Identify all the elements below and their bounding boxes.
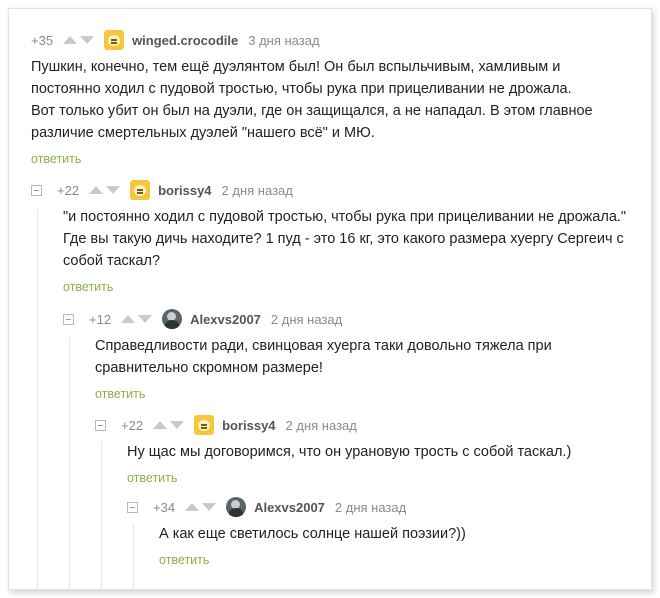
comment-text: Ну щас мы договоримся, что он урановую т… — [127, 441, 641, 463]
comment: +34 Alexvs2007 2 дня назад А как еще све… — [127, 496, 641, 569]
comment-author[interactable]: borissy4 — [158, 183, 211, 198]
comment-rating: +35 — [31, 32, 54, 48]
comment-line: Справедливости ради, свинцовая хуерга та… — [95, 338, 552, 354]
comment-date[interactable]: 2 дня назад — [286, 418, 357, 433]
yellow-face-avatar-icon[interactable] — [104, 30, 125, 50]
comment-author[interactable]: Alexvs2007 — [254, 500, 325, 515]
person-avatar-icon[interactable] — [162, 309, 183, 329]
comment-line: Где вы такую дичь находите? 1 пуд - это … — [63, 231, 624, 247]
comment-text: "и постоянно ходил с пудовой тростью, чт… — [63, 206, 641, 272]
collapse-thread-icon[interactable] — [31, 184, 42, 196]
downvote-arrow-icon[interactable] — [202, 503, 217, 511]
comment-author[interactable]: borissy4 — [222, 418, 275, 433]
comment-date[interactable]: 2 дня назад — [335, 500, 406, 515]
reply-link[interactable]: ответить — [127, 471, 177, 485]
comment-author[interactable]: Alexvs2007 — [190, 312, 261, 327]
comment-line: собой таскал? — [63, 253, 161, 269]
vote-controls — [153, 421, 185, 429]
comment-rating: +22 — [121, 417, 144, 433]
comment-rating: +22 — [57, 182, 80, 198]
comment: +12 Alexvs2007 2 дня назад Справедливост… — [63, 308, 641, 403]
vote-controls — [89, 186, 121, 194]
comment-date[interactable]: 2 дня назад — [222, 183, 293, 198]
comment-header: +22 borissy4 2 дня назад — [95, 414, 641, 436]
comment-date[interactable]: 2 дня назад — [271, 312, 342, 327]
comment-date[interactable]: 3 дня назад — [248, 33, 319, 48]
comments-panel: +35 winged.crocodile 3 дня назад Пушкин,… — [8, 8, 652, 590]
comment-rating: +12 — [89, 311, 112, 327]
comment-text: Справедливости ради, свинцовая хуерга та… — [95, 335, 641, 379]
comment-line: сравнительно скромном размере! — [95, 360, 323, 376]
downvote-arrow-icon[interactable] — [170, 421, 185, 429]
yellow-face-avatar-icon[interactable] — [130, 180, 151, 200]
comment-header: +35 winged.crocodile 3 дня назад — [31, 29, 641, 51]
comment-header: +34 Alexvs2007 2 дня назад — [127, 496, 641, 518]
vote-controls — [185, 503, 217, 511]
upvote-arrow-icon[interactable] — [153, 421, 168, 429]
comment-text: А как еще светилось солнце нашей поэзии?… — [159, 523, 641, 545]
collapse-thread-icon[interactable] — [127, 501, 138, 513]
comment-text: Пушкин, конечно, тем ещё дуэлянтом был! … — [31, 56, 641, 144]
comment-line: "и постоянно ходил с пудовой тростью, чт… — [63, 209, 627, 225]
comment-header: +12 Alexvs2007 2 дня назад — [63, 308, 641, 330]
comment-rating: +34 — [153, 499, 176, 515]
comment-author[interactable]: winged.crocodile — [132, 33, 238, 48]
comment: +22 borissy4 2 дня назад Ну щас мы догов… — [95, 414, 641, 487]
vote-controls — [63, 36, 95, 44]
reply-link[interactable]: ответить — [31, 152, 81, 166]
comment: +35 winged.crocodile 3 дня назад Пушкин,… — [31, 29, 641, 168]
comment-line: Пушкин, конечно, тем ещё дуэлянтом был! … — [31, 59, 561, 75]
upvote-arrow-icon[interactable] — [63, 36, 78, 44]
collapse-thread-icon[interactable] — [63, 313, 74, 325]
upvote-arrow-icon[interactable] — [121, 315, 136, 323]
downvote-arrow-icon[interactable] — [138, 315, 153, 323]
downvote-arrow-icon[interactable] — [80, 36, 95, 44]
vote-controls — [121, 315, 153, 323]
comment-line: постоянно ходил с пудовой тростью, чтобы… — [31, 81, 572, 97]
comment-line: различие смертельных дуэлей "нашего всё"… — [31, 125, 375, 141]
upvote-arrow-icon[interactable] — [89, 186, 104, 194]
collapse-thread-icon[interactable] — [95, 419, 106, 431]
upvote-arrow-icon[interactable] — [185, 503, 200, 511]
comment-line: А как еще светилось солнце нашей поэзии?… — [159, 526, 466, 542]
comment-line: Вот только убит он был на дуэли, где он … — [31, 103, 593, 119]
comment: +22 borissy4 2 дня назад "и постоянно хо… — [31, 179, 641, 296]
person-avatar-icon[interactable] — [226, 497, 247, 517]
reply-link[interactable]: ответить — [159, 553, 209, 567]
reply-link[interactable]: ответить — [63, 280, 113, 294]
reply-link[interactable]: ответить — [95, 387, 145, 401]
yellow-face-avatar-icon[interactable] — [194, 415, 215, 435]
comment-header: +22 borissy4 2 дня назад — [31, 179, 641, 201]
downvote-arrow-icon[interactable] — [106, 186, 121, 194]
comment-line: Ну щас мы договоримся, что он урановую т… — [127, 444, 572, 460]
